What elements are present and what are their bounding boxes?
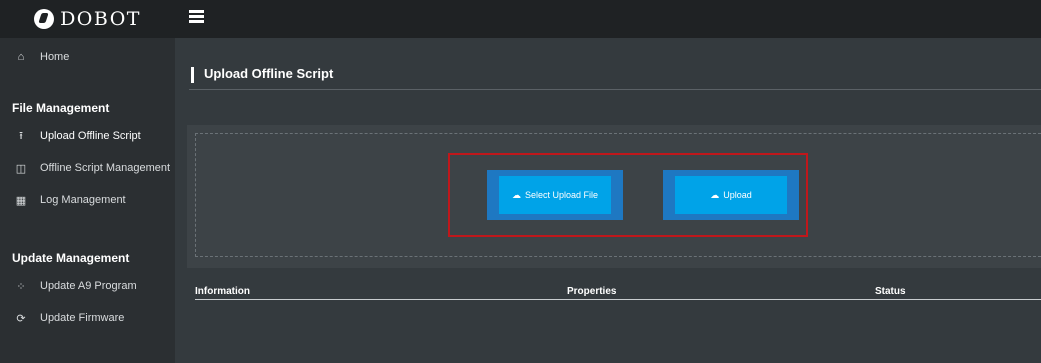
select-upload-file-label: Select Upload File — [524, 190, 599, 200]
brand-name: DOBOT — [60, 8, 141, 30]
select-upload-file-button-frame: ☁ Select Upload File — [487, 170, 623, 220]
dobot-logo-icon — [34, 9, 55, 29]
sidebar-item-label: Upload Offline Script — [40, 130, 141, 142]
cloud-upload-icon: ☁ — [511, 189, 521, 200]
menu-toggle-icon[interactable] — [189, 10, 204, 24]
sidebar-item-update-firmware[interactable]: ⟳ Update Firmware — [0, 302, 175, 334]
home-icon: ⌂ — [17, 51, 25, 63]
sidebar-item-label: Update Firmware — [40, 312, 125, 324]
table-header: Information Properties Status — [195, 286, 1041, 300]
sidebar-item-log-management[interactable]: ▦ Log Management — [0, 184, 175, 216]
page-header: Upload Offline Script — [189, 58, 1041, 90]
upload-label: Upload — [723, 190, 752, 200]
sidebar-item-label: Home — [40, 51, 70, 63]
upload-button-frame: ☁ Upload — [663, 170, 799, 220]
sidebar-item-update-a9-program[interactable]: ⁘ Update A9 Program — [0, 270, 175, 302]
column-properties: Properties — [567, 286, 617, 297]
calendar-icon: ◫ — [15, 162, 27, 175]
section-file-management: File Management — [12, 101, 110, 115]
column-information: Information — [195, 286, 250, 297]
sidebar: DOBOT ⌂ Home File Management ⭱ Upload Of… — [0, 0, 175, 363]
column-status: Status — [875, 286, 906, 297]
sidebar-item-label: Update A9 Program — [40, 280, 137, 292]
sidebar-item-home[interactable]: ⌂ Home — [0, 42, 175, 72]
top-bar — [175, 0, 1041, 38]
upload-icon: ⭱ — [19, 129, 23, 142]
sidebar-item-offline-script-management[interactable]: ◫ Offline Script Management — [0, 152, 175, 184]
title-accent-bar — [191, 67, 194, 83]
sidebar-item-upload-offline-script[interactable]: ⭱ Upload Offline Script — [0, 120, 175, 152]
sidebar-item-label: Log Management — [40, 194, 126, 206]
cloud-upload-icon: ☁ — [710, 189, 720, 200]
section-update-management: Update Management — [12, 251, 130, 265]
page-title: Upload Offline Script — [204, 66, 334, 81]
refresh-icon: ⟳ — [16, 312, 26, 325]
main-content: Upload Offline Script ☁ Select Upload Fi… — [175, 38, 1041, 363]
calendar-grid-icon: ▦ — [15, 194, 27, 207]
upload-button[interactable]: ☁ Upload — [675, 176, 787, 214]
sidebar-item-label: Offline Script Management — [40, 162, 171, 174]
select-upload-file-button[interactable]: ☁ Select Upload File — [499, 176, 611, 214]
spinner-icon: ⁘ — [16, 280, 26, 293]
brand-logo[interactable]: DOBOT — [0, 0, 175, 38]
